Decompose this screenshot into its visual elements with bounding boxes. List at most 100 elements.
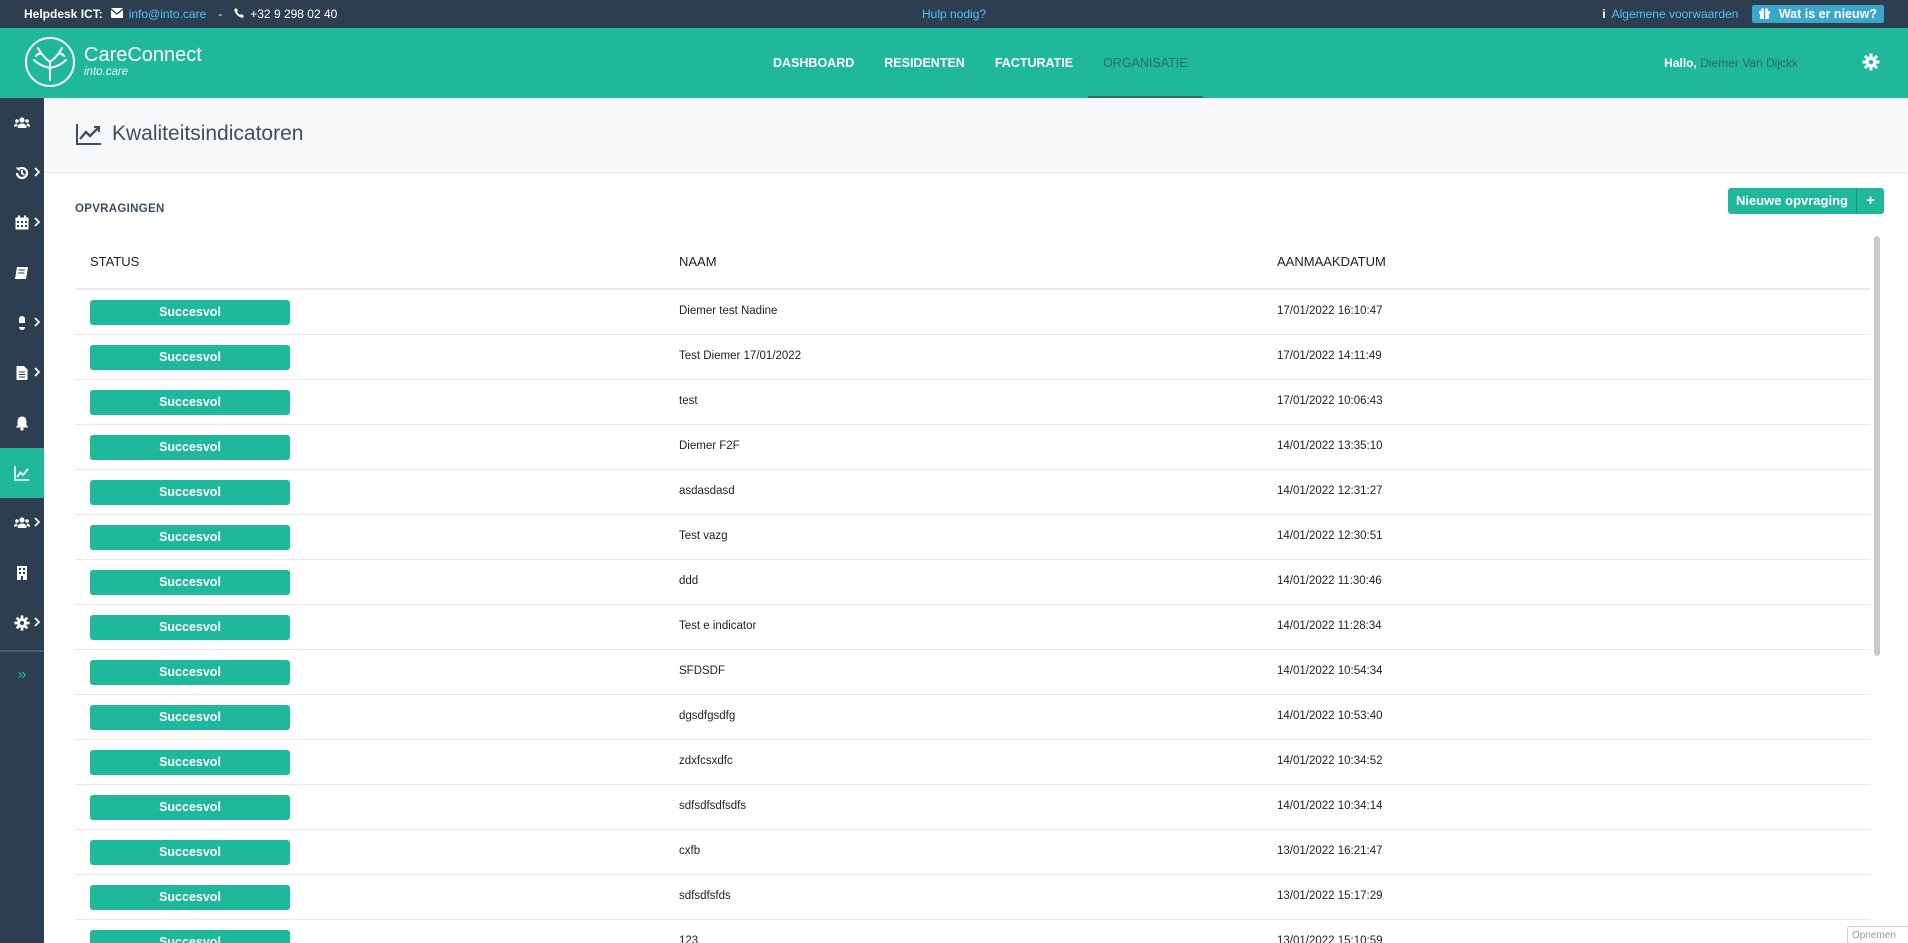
- book-icon: [15, 267, 28, 279]
- created-date: 14/01/2022 10:54:34: [1277, 665, 1383, 677]
- sidebar-item-quality-indicators[interactable]: [0, 448, 44, 498]
- table-row[interactable]: Succesvol asdasdasd 14/01/2022 12:31:27: [75, 470, 1870, 515]
- help-link[interactable]: Hulp nodig?: [922, 0, 986, 28]
- table-row[interactable]: Succesvol Diemer test Nadine 17/01/2022 16…: [75, 290, 1870, 335]
- chevron-right-icon: [34, 317, 40, 327]
- sidebar-expand-button[interactable]: »: [0, 652, 44, 698]
- new-request-label: Nieuwe opvraging: [1736, 193, 1848, 208]
- sidebar-item-documents[interactable]: [0, 348, 44, 398]
- sidebar-item-team[interactable]: [0, 498, 44, 548]
- request-name: cxfb: [679, 845, 701, 857]
- requests-table: STATUS NAAM AANMAAKDATUM Succesvol Diemer…: [75, 236, 1870, 943]
- table-row[interactable]: Succesvol 123 13/01/2022 15:10:59: [75, 920, 1870, 943]
- new-request-button[interactable]: Nieuwe opvraging +: [1728, 188, 1884, 214]
- status-badge: Succesvol: [90, 885, 290, 910]
- status-badge: Succesvol: [90, 525, 290, 550]
- column-header-name[interactable]: NAAM: [679, 254, 717, 269]
- sidebar-item-residents[interactable]: [0, 98, 44, 148]
- gift-icon: [1759, 7, 1778, 21]
- status-badge: Succesvol: [90, 840, 290, 865]
- created-date: 14/01/2022 11:30:46: [1277, 575, 1382, 587]
- users-icon: [14, 117, 30, 128]
- sidebar-item-calendar[interactable]: [0, 198, 44, 248]
- separator: -: [218, 7, 223, 21]
- created-date: 14/01/2022 13:35:10: [1277, 440, 1383, 452]
- page-header: Kwaliteitsindicatoren: [44, 98, 1908, 173]
- helpdesk-info: Helpdesk ICT: info@into.care - +32 9 298…: [24, 0, 337, 28]
- status-badge: Succesvol: [90, 480, 290, 505]
- column-header-date[interactable]: AANMAAKDATUM: [1277, 254, 1386, 269]
- sidebar-item-book[interactable]: [0, 248, 44, 298]
- created-date: 17/01/2022 10:06:43: [1277, 395, 1383, 407]
- careconnect-logo-icon[interactable]: [24, 36, 76, 88]
- column-header-status[interactable]: STATUS: [90, 254, 139, 269]
- table-row[interactable]: Succesvol sdfsdfsfds 13/01/2022 15:17:29: [75, 875, 1870, 920]
- created-date: 14/01/2022 12:30:51: [1277, 530, 1383, 542]
- brand: CareConnect into.care: [84, 44, 202, 79]
- table-row[interactable]: Succesvol Test Diemer 17/01/2022 17/01/202…: [75, 335, 1870, 380]
- chart-line-icon: [14, 466, 29, 481]
- table-body: Succesvol Diemer test Nadine 17/01/2022 16…: [75, 290, 1870, 943]
- created-date: 14/01/2022 10:53:40: [1277, 710, 1383, 722]
- created-date: 14/01/2022 11:28:34: [1277, 620, 1382, 632]
- status-badge: Succesvol: [90, 570, 290, 595]
- nav-residenten[interactable]: RESIDENTEN: [869, 28, 980, 98]
- status-badge: Succesvol: [90, 750, 290, 775]
- envelope-icon: [110, 7, 124, 21]
- chevron-right-icon: [34, 217, 40, 227]
- phone-icon: [234, 7, 245, 21]
- sidebar-item-history[interactable]: [0, 148, 44, 198]
- status-badge: Succesvol: [90, 795, 290, 820]
- table-row[interactable]: Succesvol sdfsdfsdfsdfs 14/01/2022 10:34:1…: [75, 785, 1870, 830]
- helpdesk-email-link[interactable]: info@into.care: [129, 7, 207, 21]
- table-row[interactable]: Succesvol zdxfcsxdfc 14/01/2022 10:34:52: [75, 740, 1870, 785]
- corner-widget[interactable]: Opnemen: [1847, 926, 1908, 943]
- status-badge: Succesvol: [90, 930, 290, 943]
- created-date: 13/01/2022 15:10:59: [1277, 935, 1383, 943]
- table-row[interactable]: Succesvol Test vazg 14/01/2022 12:30:51: [75, 515, 1870, 560]
- nav-dashboard[interactable]: DASHBOARD: [758, 28, 869, 98]
- plus-icon: +: [1855, 188, 1884, 214]
- nav-organisatie[interactable]: ORGANISATIE: [1088, 28, 1203, 98]
- created-date: 14/01/2022 10:34:14: [1277, 800, 1383, 812]
- request-name: test: [679, 395, 698, 407]
- request-name: Diemer test Nadine: [679, 305, 778, 317]
- whats-new-button[interactable]: Wat is er nieuw?: [1752, 5, 1884, 23]
- table-row[interactable]: Succesvol Test e indicator 14/01/2022 11:2…: [75, 605, 1870, 650]
- status-badge: Succesvol: [90, 435, 290, 460]
- sidebar-item-building[interactable]: [0, 548, 44, 598]
- page-title: Kwaliteitsindicatoren: [112, 122, 304, 145]
- nav-facturatie[interactable]: FACTURATIE: [980, 28, 1088, 98]
- sidebar-item-medication[interactable]: [0, 298, 44, 348]
- status-badge: Succesvol: [90, 390, 290, 415]
- table-scrollbar[interactable]: [1874, 236, 1880, 656]
- table-row[interactable]: Succesvol cxfb 13/01/2022 16:21:47: [75, 830, 1870, 875]
- status-badge: Succesvol: [90, 660, 290, 685]
- table-row[interactable]: Succesvol dgsdfgsdfg 14/01/2022 10:53:40: [75, 695, 1870, 740]
- request-name: dgsdfgsdfg: [679, 710, 736, 722]
- created-date: 17/01/2022 14:11:49: [1277, 350, 1382, 362]
- greeting-label: Hallo,: [1664, 56, 1697, 70]
- table-row[interactable]: Succesvol SFDSDF 14/01/2022 10:54:34: [75, 650, 1870, 695]
- user-greeting[interactable]: Hallo, Diemer Van Dijckk: [1664, 28, 1798, 98]
- request-name: Test e indicator: [679, 620, 757, 632]
- settings-icon: [14, 615, 30, 631]
- status-badge: Succesvol: [90, 345, 290, 370]
- gear-icon[interactable]: [1862, 53, 1880, 71]
- terms-link[interactable]: i Algemene voorwaarden: [1602, 7, 1738, 21]
- table-row[interactable]: Succesvol test 17/01/2022 10:06:43: [75, 380, 1870, 425]
- created-date: 17/01/2022 16:10:47: [1277, 305, 1383, 317]
- calendar-icon: [15, 215, 29, 230]
- app-header: CareConnect into.care DASHBOARD RESIDENT…: [0, 28, 1908, 98]
- table-row[interactable]: Succesvol ddd 14/01/2022 11:30:46: [75, 560, 1870, 605]
- sidebar-item-settings[interactable]: [0, 598, 44, 648]
- table-row[interactable]: Succesvol Diemer F2F 14/01/2022 13:35:10: [75, 425, 1870, 470]
- status-badge: Succesvol: [90, 300, 290, 325]
- sidebar-item-notifications[interactable]: [0, 398, 44, 448]
- request-name: asdasdasd: [679, 485, 735, 497]
- created-date: 14/01/2022 10:34:52: [1277, 755, 1383, 767]
- sidebar: »: [0, 98, 44, 943]
- chevron-right-icon: [34, 517, 40, 527]
- request-name: 123: [679, 935, 699, 943]
- main-navigation: DASHBOARD RESIDENTEN FACTURATIE ORGANISA…: [758, 28, 1203, 98]
